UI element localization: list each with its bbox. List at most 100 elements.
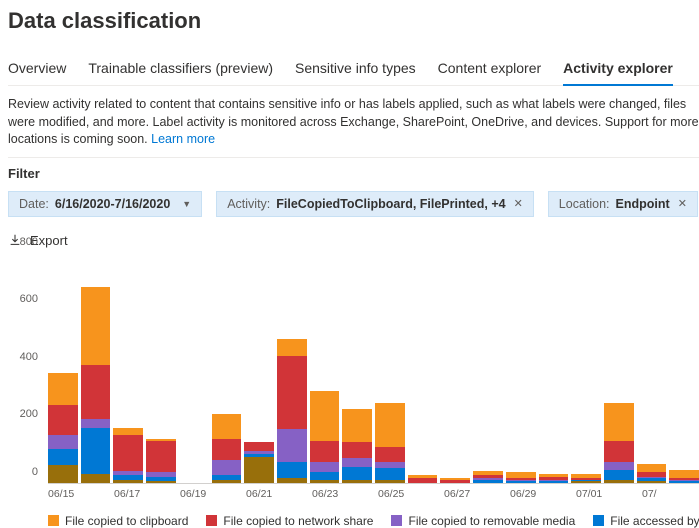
bar[interactable] <box>637 464 667 483</box>
bar-segment-printed <box>310 480 340 483</box>
bar-segment-network <box>113 435 143 471</box>
bar[interactable] <box>440 478 470 482</box>
bar-segment-printed <box>637 481 667 482</box>
bar-segment-clipboard <box>375 403 405 446</box>
close-icon[interactable]: ✕ <box>514 197 523 210</box>
filter-pill-location[interactable]: Location: Endpoint✕ <box>548 191 698 217</box>
bar-segment-unallowed <box>669 481 699 482</box>
bar-segment-unallowed <box>506 481 536 482</box>
bar-segment-unallowed <box>342 467 372 480</box>
bar[interactable] <box>48 373 78 482</box>
bar-segment-clipboard <box>81 287 111 365</box>
bar[interactable] <box>310 391 340 483</box>
bar-segment-network <box>440 480 470 483</box>
bar-segment-printed <box>81 474 111 483</box>
bar[interactable] <box>506 472 536 482</box>
bar[interactable] <box>146 439 176 482</box>
bar[interactable] <box>342 409 372 482</box>
bar-segment-clipboard <box>604 403 634 440</box>
bar-segment-clipboard <box>342 409 372 442</box>
x-tick: 06/21 <box>246 488 309 500</box>
bar-segment-network <box>244 442 274 451</box>
bar[interactable] <box>473 471 503 483</box>
learn-more-link[interactable]: Learn more <box>151 132 215 146</box>
bar-segment-printed <box>571 481 601 482</box>
description-text: Review activity related to content that … <box>8 96 699 149</box>
bar[interactable] <box>244 442 274 482</box>
bar-segment-printed <box>375 480 405 483</box>
tab-content-explorer[interactable]: Content explorer <box>438 56 542 85</box>
x-tick: 06/19 <box>180 488 243 500</box>
bar-segment-clipboard <box>113 428 143 435</box>
filter-pill-activity[interactable]: Activity: FileCopiedToClipboard, FilePri… <box>216 191 534 217</box>
bar-segment-network <box>48 405 78 435</box>
bar-segment-clipboard <box>637 464 667 473</box>
bar-segment-removable <box>310 462 340 472</box>
bar[interactable] <box>669 470 699 483</box>
x-tick: 06/25 <box>378 488 441 500</box>
activity-chart: 0200400600800 06/1506/1706/1906/2106/230… <box>12 254 699 528</box>
bar-segment-network <box>604 441 634 463</box>
close-icon[interactable]: ✕ <box>678 197 687 210</box>
x-tick: 06/15 <box>48 488 111 500</box>
page-title: Data classification <box>8 8 699 34</box>
bar-segment-network <box>408 478 438 482</box>
bar[interactable] <box>212 414 242 483</box>
bar[interactable] <box>113 428 143 483</box>
chevron-down-icon: ▼ <box>182 199 191 209</box>
x-tick: 06/17 <box>114 488 177 500</box>
tab-trainable-classifiers-preview-[interactable]: Trainable classifiers (preview) <box>88 56 273 85</box>
bar-segment-network <box>375 447 405 463</box>
tab-activity-explorer[interactable]: Activity explorer <box>563 56 673 86</box>
y-tick: 800 <box>20 236 38 248</box>
bar-segment-printed <box>212 480 242 483</box>
bar-segment-printed <box>277 478 307 482</box>
bar-segment-printed <box>604 480 634 483</box>
bar-segment-clipboard <box>669 470 699 479</box>
bar[interactable] <box>539 474 569 483</box>
bar-segment-printed <box>113 480 143 483</box>
bar-segment-clipboard <box>277 339 307 356</box>
bar[interactable] <box>408 475 438 482</box>
bar-segment-unallowed <box>277 462 307 478</box>
filter-pill-date[interactable]: Date: 6/16/2020-7/16/2020▼ <box>8 191 202 217</box>
tab-sensitive-info-types[interactable]: Sensitive info types <box>295 56 416 85</box>
bar[interactable] <box>81 287 111 483</box>
bar-segment-removable <box>212 460 242 476</box>
tab-bar: Overview Trainable classifiers (preview) S… <box>8 56 699 86</box>
x-tick: 07/ <box>642 488 699 500</box>
legend-swatch <box>48 515 59 526</box>
bar[interactable] <box>604 403 634 482</box>
tab-overview[interactable]: Overview <box>8 56 66 85</box>
bar[interactable] <box>571 474 601 483</box>
bar-segment-removable <box>48 435 78 449</box>
legend-swatch <box>391 515 402 526</box>
bar-segment-clipboard <box>212 414 242 440</box>
y-tick: 600 <box>20 293 38 305</box>
bar-segment-network <box>146 441 176 473</box>
x-tick: 06/27 <box>444 488 507 500</box>
bar-segment-removable <box>604 462 634 469</box>
bar-segment-network <box>310 441 340 463</box>
bar[interactable] <box>375 403 405 482</box>
bar-segment-unallowed <box>310 472 340 479</box>
bar-segment-unallowed <box>375 468 405 480</box>
bar-segment-unallowed <box>473 480 503 483</box>
bar-segment-unallowed <box>539 481 569 482</box>
bar-segment-network <box>81 365 111 420</box>
bar-segment-printed <box>146 481 176 482</box>
x-tick: 07/01 <box>576 488 639 500</box>
bar-segment-removable <box>277 429 307 462</box>
bar-segment-printed <box>48 465 78 482</box>
bar[interactable] <box>277 339 307 483</box>
bar-segment-removable <box>342 458 372 467</box>
x-tick: 06/23 <box>312 488 375 500</box>
bar-segment-network <box>277 356 307 429</box>
bar-segment-unallowed <box>81 428 111 474</box>
bar-segment-printed <box>244 457 274 483</box>
y-tick: 200 <box>20 408 38 420</box>
filter-row: Date: 6/16/2020-7/16/2020▼ Activity: File… <box>8 191 699 217</box>
bar-segment-network <box>212 439 242 459</box>
export-button[interactable]: Export <box>8 233 699 248</box>
bar-segment-printed <box>342 480 372 483</box>
